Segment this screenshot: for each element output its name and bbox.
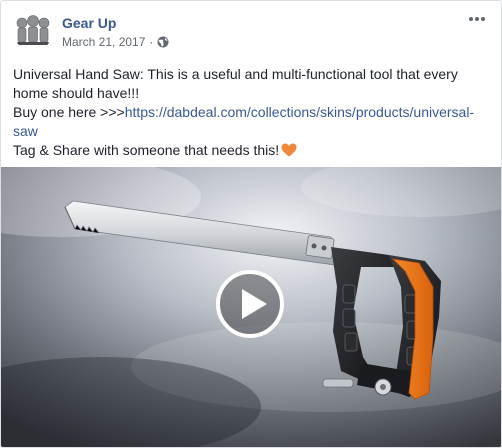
message-line-4: saw (13, 122, 491, 141)
gear-up-logo-icon (13, 11, 53, 51)
facebook-post: Gear Up March 21, 2017 · Universal Hand … (0, 0, 502, 448)
page-avatar[interactable] (13, 11, 53, 51)
message-line-3: Buy one here >>>https://dabdeal.com/coll… (13, 103, 491, 122)
separator-dot: · (149, 35, 154, 49)
message-line-5: Tag & Share with someone that needs this… (13, 141, 491, 160)
buy-prefix: Buy one here >>> (13, 104, 125, 120)
post-message: Universal Hand Saw: This is a useful and… (13, 65, 491, 160)
orange-heart-icon (281, 143, 297, 157)
message-line-1: Universal Hand Saw: This is a useful and… (13, 66, 458, 82)
more-options-icon[interactable] (467, 11, 487, 27)
product-link[interactable]: https://dabdeal.com/collections/skins/pr… (125, 104, 474, 120)
post-header: Gear Up March 21, 2017 · (13, 11, 489, 55)
globe-icon[interactable] (157, 36, 169, 48)
message-line-2: home should have!!! (13, 85, 140, 101)
page-name-link[interactable]: Gear Up (62, 14, 169, 32)
post-meta: Gear Up March 21, 2017 · (62, 14, 169, 50)
play-button-icon[interactable] (215, 269, 285, 339)
post-subline: March 21, 2017 · (62, 34, 169, 50)
post-date-link[interactable]: March 21, 2017 (62, 34, 145, 50)
product-link-continued[interactable]: saw (13, 123, 38, 139)
tag-share-text: Tag & Share with someone that needs this… (13, 142, 280, 158)
